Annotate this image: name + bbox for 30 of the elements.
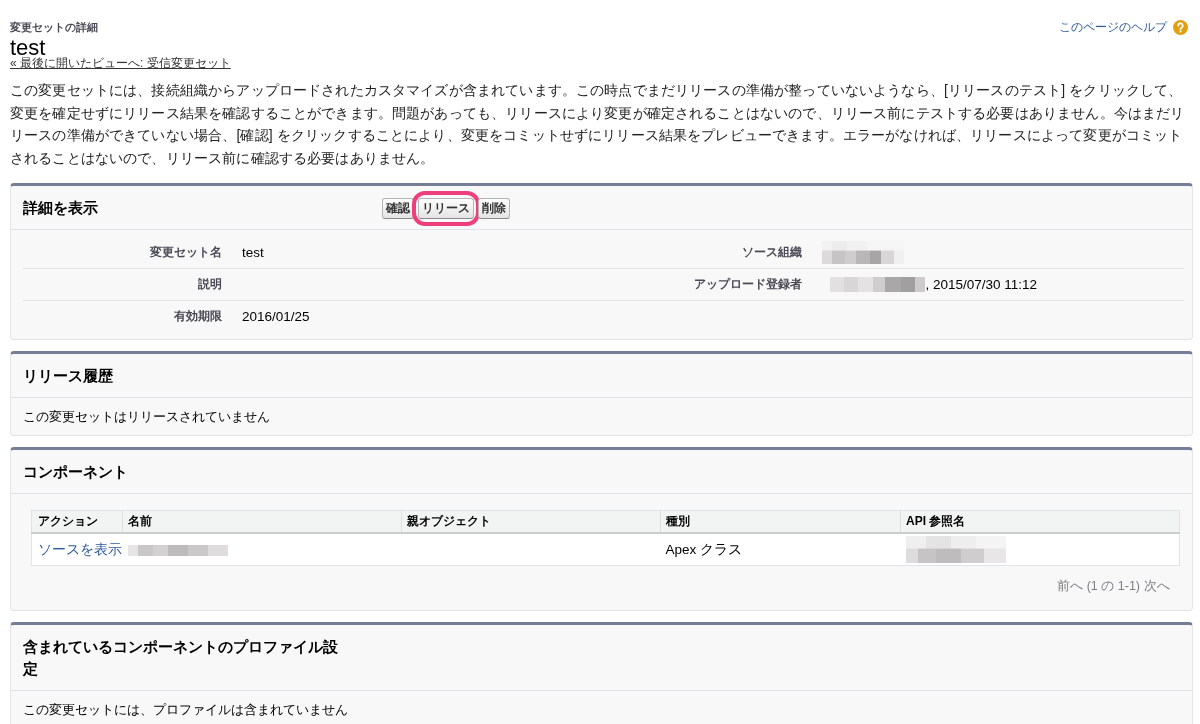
column-header: 親オブジェクト (401, 510, 661, 533)
field-value: test (241, 245, 264, 260)
section-title: コンポーネント (23, 462, 128, 482)
help-link[interactable]: このページのヘルプ (1059, 20, 1188, 35)
section-title: 詳細を表示 (23, 198, 98, 218)
action-button[interactable]: リリース (418, 197, 474, 219)
field-label: アップロード登録者 (694, 276, 803, 293)
column-header: 名前 (122, 510, 402, 533)
column-header: アクション (31, 510, 123, 533)
section-title: 含まれているコンポーネントのプロファイル設定 (23, 637, 339, 679)
field-label: ソース組織 (742, 244, 803, 261)
field-value: , 2015/07/30 11:12 (925, 277, 1038, 292)
table-cell: Apex クラス (665, 541, 743, 557)
field-label: 有効期限 (173, 308, 222, 325)
field-label: 変更セット名 (149, 244, 222, 261)
empty-message: この変更セットはリリースされていません (23, 410, 270, 424)
back-link[interactable]: « 最後に開いたビューへ: 受信変更セット (10, 57, 231, 70)
field-label: 説明 (197, 276, 222, 293)
action-button[interactable]: 確認 (382, 197, 414, 219)
action-button[interactable]: 削除 (478, 197, 510, 219)
page-type-label: 変更セットの詳細 (10, 20, 98, 34)
field-value: 2016/01/25 (241, 309, 310, 324)
column-header: API 参照名 (900, 510, 1180, 533)
view-source-link[interactable]: ソースを表示 (38, 541, 122, 557)
help-icon (1173, 20, 1188, 35)
page-summary: (1 の 1-1) (1086, 578, 1140, 594)
empty-message: この変更セットには、プロファイルは含まれていません (23, 703, 348, 717)
column-header: 種別 (660, 510, 901, 533)
section-title: リリース履歴 (23, 366, 113, 386)
intro-text: この変更セットには、接続組織からアップロードされたカスタマイズが含まれています。この時点でまだリリースの準備が整っていないようなら、[リリースのテスト] をクリックして、変更を確定せずにリリース結果を確認することができます。問題があっても、リリースにより変更が確定されることはないので、リリース前にテストする必要はありません。今はまだリリースの準備ができていない場合、[確認] をクリックすることにより、変更をコミットせずにリリース結果をプレビューできます。エラーがなければ、リリースによって変更がコミットされることはないので、リリース前に確認する必要はありません。 (10, 81, 1186, 168)
